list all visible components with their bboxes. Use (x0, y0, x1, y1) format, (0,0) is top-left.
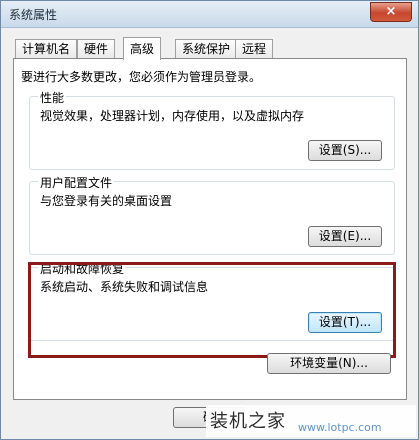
performance-group: 性能 视觉效果，处理器计划，内存使用，以及虚拟内存 设置(S)... (29, 89, 395, 170)
title-bar: 系统属性 × (1, 1, 418, 28)
tab-advanced[interactable]: 高级 (123, 37, 162, 60)
tab-system-protection[interactable]: 系统保护 (175, 39, 238, 59)
tab-remote[interactable]: 远程 (235, 39, 274, 59)
user-profile-group-title: 用户配置文件 (38, 174, 115, 191)
window-title: 系统属性 (9, 8, 58, 22)
tab-hardware[interactable]: 硬件 (77, 39, 116, 59)
user-profile-group: 用户配置文件 与您登录有关的桌面设置 设置(E)... (29, 174, 395, 255)
watermark-url: www.lotpc.com (298, 421, 382, 434)
highlight-box (28, 262, 396, 358)
user-profile-desc: 与您登录有关的桌面设置 (40, 194, 173, 208)
user-profile-settings-button[interactable]: 设置(E)... (308, 226, 382, 247)
performance-settings-button[interactable]: 设置(S)... (308, 140, 382, 161)
performance-group-title: 性能 (38, 89, 67, 106)
performance-desc: 视觉效果，处理器计划，内存使用，以及虚拟内存 (40, 109, 305, 123)
watermark-main: 装机之家 (210, 411, 286, 432)
admin-note: 要进行大多数更改，您必须作为管理员登录。 (21, 70, 262, 84)
environment-variables-button[interactable]: 环境变量(N)... (267, 353, 391, 374)
system-properties-window: 系统属性 × 计算机名 硬件 高级 系统保护 远程 要进行大多数更改，您必须作为… (0, 0, 419, 440)
tab-computer-name[interactable]: 计算机名 (15, 39, 78, 59)
close-button[interactable]: × (370, 2, 412, 22)
watermark: 装机之家 www.lotpc.com (206, 405, 416, 437)
